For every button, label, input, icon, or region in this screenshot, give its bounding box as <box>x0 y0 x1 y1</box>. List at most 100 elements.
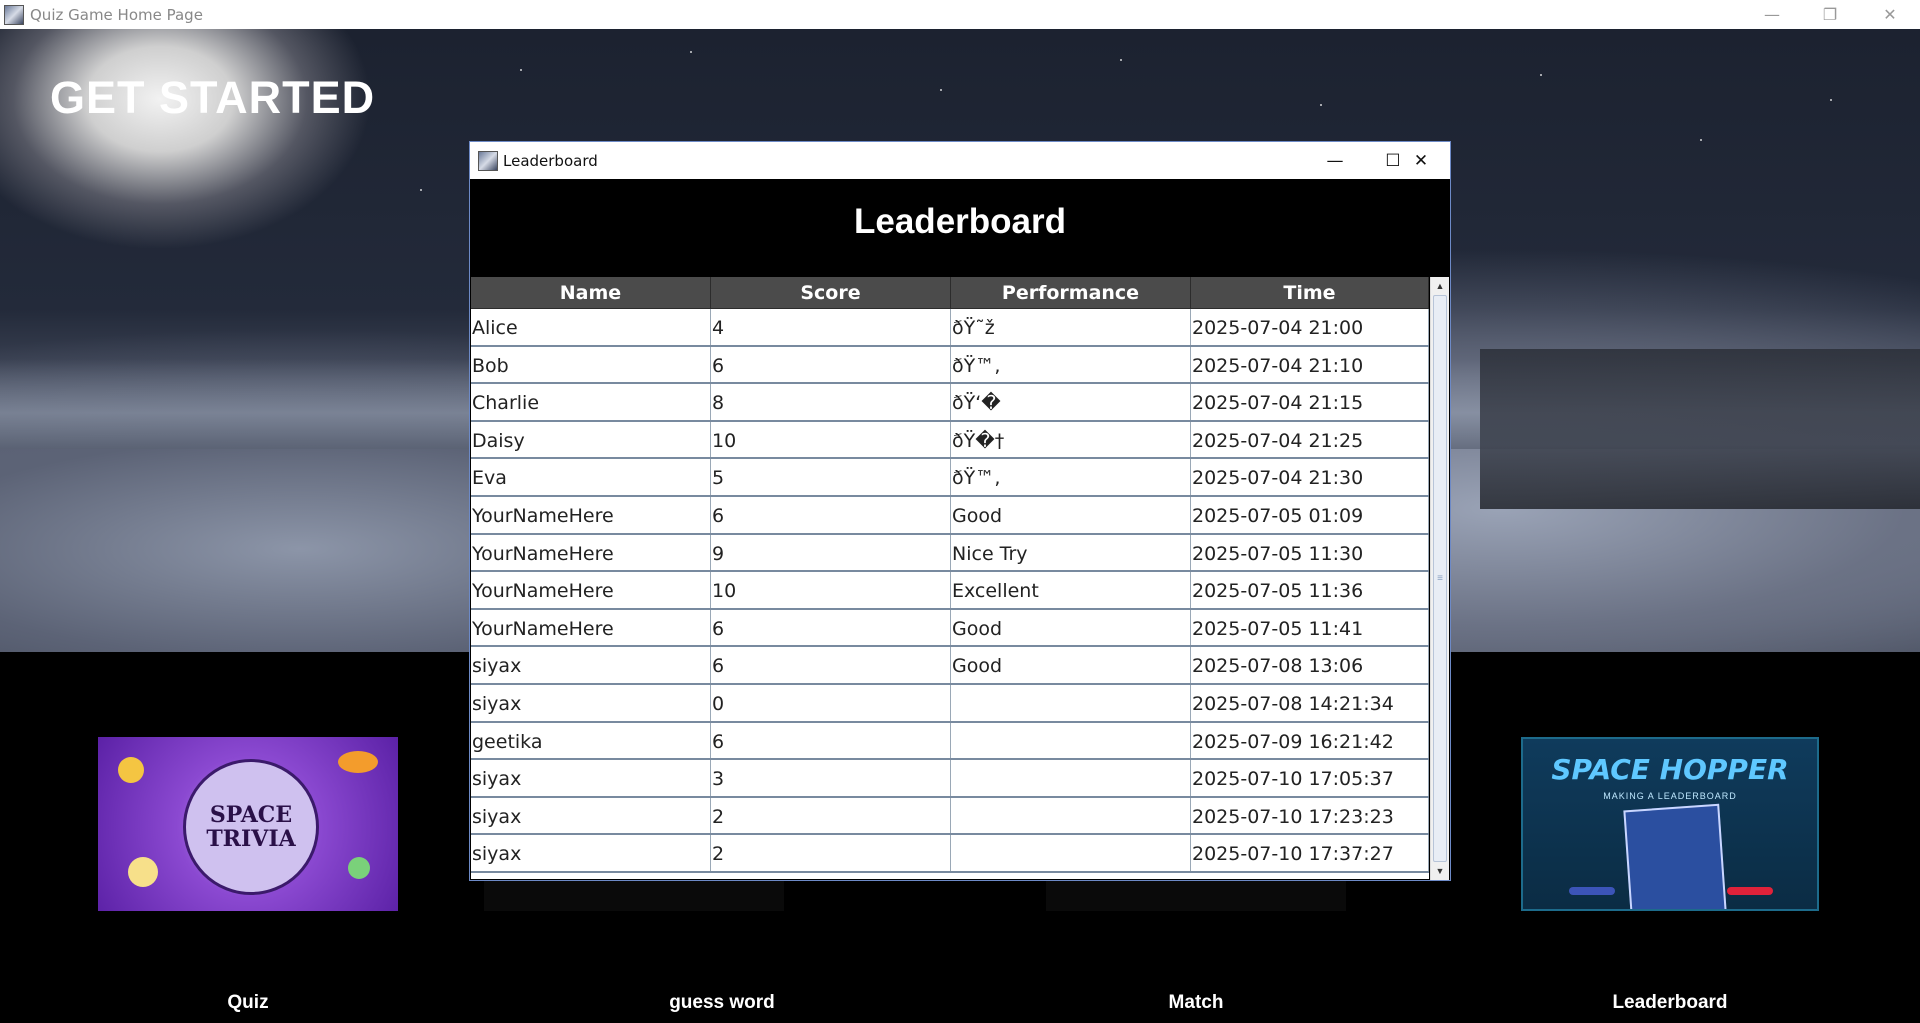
cell-name: Daisy <box>471 421 711 458</box>
cell-performance: ðŸ™‚ <box>951 346 1191 383</box>
table-row[interactable]: Eva 5 ðŸ™‚ 2025-07-04 21:30 <box>471 459 1429 497</box>
restore-button[interactable]: ❐ <box>1800 0 1860 29</box>
cell-name: Charlie <box>471 384 711 420</box>
cell-time: 2025-07-09 16:21:42 <box>1191 722 1429 759</box>
table-row[interactable]: siyax 2 2025-07-10 17:37:27 <box>471 835 1429 873</box>
minimize-button[interactable]: — <box>1742 0 1802 29</box>
cell-score: 6 <box>711 346 951 383</box>
cell-score: 6 <box>711 496 951 533</box>
space-hopper-subtitle: MAKING A LEADERBOARD <box>1603 791 1737 801</box>
main-titlebar: Quiz Game Home Page — ❐ ✕ <box>0 0 1920 29</box>
leaderboard-label[interactable]: Leaderboard <box>1520 992 1820 1014</box>
cell-name: Bob <box>471 346 711 383</box>
cell-score: 2 <box>711 797 951 834</box>
dialog-minimize-button[interactable]: — <box>1306 142 1364 179</box>
cell-name: siyax <box>471 684 711 721</box>
cell-time: 2025-07-05 11:41 <box>1191 609 1429 646</box>
cell-score: 0 <box>711 684 951 721</box>
table-row[interactable]: Charlie 8 ðŸ‘� 2025-07-04 21:15 <box>471 384 1429 422</box>
cell-name: YourNameHere <box>471 496 711 533</box>
cell-score: 3 <box>711 760 951 796</box>
space-trivia-word-1: SPACE <box>209 801 293 828</box>
cell-score: 6 <box>711 722 951 759</box>
cell-performance: Good <box>951 496 1191 533</box>
red-bar <box>1727 887 1773 895</box>
cell-score: 2 <box>711 835 951 871</box>
table-row[interactable]: siyax 3 2025-07-10 17:05:37 <box>471 760 1429 798</box>
table-row[interactable]: siyax 2 2025-07-10 17:23:23 <box>471 797 1429 836</box>
cell-name: siyax <box>471 835 711 871</box>
cell-performance <box>951 760 1191 796</box>
table-row[interactable]: YourNameHere 9 Nice Try 2025-07-05 11:30 <box>471 534 1429 573</box>
quiz-card-image[interactable]: SPACE TRIVIA <box>98 737 398 911</box>
cell-score: 8 <box>711 384 951 420</box>
cell-performance: Good <box>951 647 1191 683</box>
cell-performance: ðŸ‘� <box>951 384 1191 420</box>
table-header: Name Score Performance Time <box>471 277 1429 309</box>
dialog-close-button[interactable]: ✕ <box>1392 142 1450 179</box>
space-hopper-title: SPACE HOPPER <box>1551 753 1789 786</box>
table-scrollbar[interactable]: ▲ ≡ ▼ <box>1430 277 1449 880</box>
leaderboard-table[interactable]: Name Score Performance Time Alice 4 ðŸ˜ž 20… <box>471 277 1429 879</box>
get-started-heading: GET STARTED <box>50 72 376 123</box>
cell-time: 2025-07-10 17:23:23 <box>1191 797 1429 834</box>
cell-name: siyax <box>471 760 711 796</box>
scroll-down-arrow-icon[interactable]: ▼ <box>1431 862 1449 880</box>
leaderboard-heading: Leaderboard <box>854 202 1066 241</box>
guess-word-label[interactable]: guess word <box>572 992 872 1014</box>
table-body: Alice 4 ðŸ˜ž 2025-07-04 21:00 Bob 6 ðŸ™‚ 2025-0… <box>471 309 1429 873</box>
cell-time: 2025-07-04 21:00 <box>1191 309 1429 345</box>
cell-performance <box>951 835 1191 871</box>
cell-time: 2025-07-04 21:10 <box>1191 346 1429 383</box>
dialog-title: Leaderboard <box>503 151 598 170</box>
column-header-time[interactable]: Time <box>1191 277 1429 309</box>
table-row[interactable]: geetika 6 2025-07-09 16:21:42 <box>471 722 1429 761</box>
column-header-name[interactable]: Name <box>471 277 711 309</box>
cell-time: 2025-07-04 21:15 <box>1191 384 1429 420</box>
cell-score: 10 <box>711 421 951 458</box>
table-row[interactable]: Daisy 10 ðŸ�† 2025-07-04 21:25 <box>471 421 1429 460</box>
scroll-up-arrow-icon[interactable]: ▲ <box>1431 277 1449 295</box>
close-button[interactable]: ✕ <box>1860 0 1920 29</box>
table-row[interactable]: siyax 0 2025-07-08 14:21:34 <box>471 684 1429 723</box>
column-header-performance[interactable]: Performance <box>951 277 1191 309</box>
cell-score: 5 <box>711 459 951 495</box>
match-label[interactable]: Match <box>1046 992 1346 1014</box>
cell-time: 2025-07-10 17:05:37 <box>1191 760 1429 796</box>
cell-name: YourNameHere <box>471 572 711 608</box>
cell-name: geetika <box>471 722 711 759</box>
column-header-score[interactable]: Score <box>711 277 951 309</box>
table-row[interactable]: Alice 4 ðŸ˜ž 2025-07-04 21:00 <box>471 309 1429 347</box>
cell-performance: ðŸ�† <box>951 421 1191 458</box>
cell-name: siyax <box>471 647 711 683</box>
app-icon <box>4 4 24 25</box>
cell-score: 6 <box>711 647 951 683</box>
space-trivia-badge: SPACE TRIVIA <box>183 759 319 895</box>
space-trivia-word-2: TRIVIA <box>206 826 296 852</box>
cell-score: 10 <box>711 572 951 608</box>
table-row[interactable]: Bob 6 ðŸ™‚ 2025-07-04 21:10 <box>471 346 1429 385</box>
cell-score: 4 <box>711 309 951 345</box>
table-row[interactable]: YourNameHere 10 Excellent 2025-07-05 11:36 <box>471 572 1429 610</box>
cell-time: 2025-07-04 21:25 <box>1191 421 1429 458</box>
cell-time: 2025-07-04 21:30 <box>1191 459 1429 495</box>
table-row[interactable]: YourNameHere 6 Good 2025-07-05 01:09 <box>471 496 1429 535</box>
cell-name: siyax <box>471 797 711 834</box>
cell-name: YourNameHere <box>471 609 711 646</box>
cell-time: 2025-07-10 17:37:27 <box>1191 835 1429 871</box>
window-title: Quiz Game Home Page <box>30 5 203 24</box>
leaderboard-illustration <box>1623 803 1727 909</box>
quiz-label[interactable]: Quiz <box>98 992 398 1014</box>
cell-performance: Excellent <box>951 572 1191 608</box>
dialog-app-icon <box>478 150 498 171</box>
table-row[interactable]: siyax 6 Good 2025-07-08 13:06 <box>471 647 1429 685</box>
cell-time: 2025-07-05 11:36 <box>1191 572 1429 608</box>
cell-name: YourNameHere <box>471 534 711 571</box>
leaderboard-card-image[interactable]: SPACE HOPPER MAKING A LEADERBOARD <box>1521 737 1819 911</box>
table-row[interactable]: YourNameHere 6 Good 2025-07-05 11:41 <box>471 609 1429 648</box>
cell-performance: ðŸ™‚ <box>951 459 1191 495</box>
cell-performance <box>951 722 1191 759</box>
cell-time: 2025-07-05 11:30 <box>1191 534 1429 571</box>
scroll-thumb[interactable]: ≡ <box>1433 295 1447 862</box>
cell-performance <box>951 684 1191 721</box>
